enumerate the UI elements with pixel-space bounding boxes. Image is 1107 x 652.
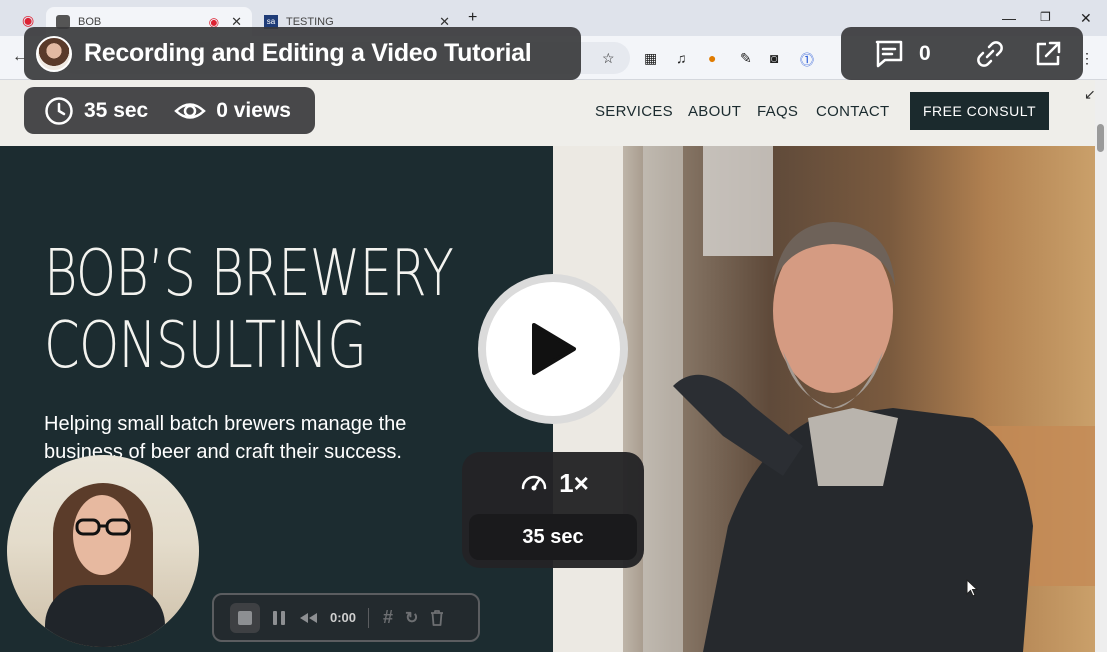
avatar: [36, 35, 72, 72]
new-tab-icon[interactable]: +: [468, 9, 477, 27]
rewind-button[interactable]: [298, 603, 318, 633]
nav-contact[interactable]: CONTACT: [816, 103, 889, 120]
webcam-bubble[interactable]: [7, 455, 199, 647]
page-scrollbar[interactable]: [1095, 80, 1107, 652]
tshirt: [808, 408, 898, 486]
pause-icon: [273, 610, 285, 625]
video-duration: 35 sec: [84, 98, 149, 122]
nav-about[interactable]: ABOUT: [688, 103, 741, 120]
view-count: 0 views: [216, 98, 291, 122]
trash-icon: [431, 610, 444, 626]
tab-label: BOB: [78, 15, 102, 28]
bookmark-star-icon[interactable]: ☆: [602, 50, 615, 67]
minimize-icon[interactable]: —: [1002, 10, 1016, 26]
grid-icon[interactable]: #: [383, 603, 393, 633]
hero-title-line: BOB’S BREWERY: [44, 237, 454, 311]
comment-count: 0: [919, 41, 931, 65]
recording-controls: 0:00 # ↻: [212, 593, 480, 642]
extension-music-icon[interactable]: ♫: [676, 50, 687, 66]
open-external-icon[interactable]: [1033, 39, 1063, 69]
free-consult-button[interactable]: FREE CONSULT: [910, 92, 1049, 130]
collapse-arrow-icon[interactable]: ↙: [1084, 86, 1096, 103]
apps-grid-icon[interactable]: ▦: [644, 50, 657, 67]
stop-button[interactable]: [230, 602, 260, 633]
clock-icon: [44, 96, 74, 126]
video-title-bar: Recording and Editing a Video Tutorial: [24, 27, 581, 80]
copy-link-icon[interactable]: [975, 39, 1005, 69]
pillar: [643, 146, 683, 652]
divider: [368, 607, 370, 628]
delete-button[interactable]: [430, 603, 444, 633]
scroll-thumb[interactable]: [1097, 124, 1104, 152]
comments-icon[interactable]: [873, 38, 905, 70]
mouse-cursor-icon: [966, 579, 978, 597]
extension-one-icon[interactable]: ⓵: [800, 50, 814, 70]
restart-icon[interactable]: ↻: [405, 603, 418, 633]
hero-photo: [553, 146, 1095, 652]
restore-icon[interactable]: ❐: [1040, 10, 1051, 24]
nav-services[interactable]: SERVICES: [595, 103, 673, 120]
playback-speed-card[interactable]: 1× 35 sec: [462, 452, 644, 568]
camera-icon[interactable]: ◙: [770, 50, 778, 66]
nav-faqs[interactable]: FAQS: [757, 103, 798, 120]
video-stats: 35 sec 0 views: [24, 87, 315, 134]
arm: [673, 374, 803, 476]
video-title: Recording and Editing a Video Tutorial: [84, 39, 532, 67]
rewind-icon: [300, 612, 317, 623]
equipment: [703, 146, 773, 256]
eye-icon: [174, 96, 207, 126]
recording-time: 0:00: [330, 610, 357, 625]
video-actions: 0: [841, 27, 1083, 80]
speed-gauge-icon: [521, 475, 547, 491]
hero-title-line: CONSULTING: [44, 309, 367, 383]
close-window-icon[interactable]: ✕: [1080, 10, 1092, 27]
speed-control[interactable]: 1×: [462, 466, 644, 500]
extension-color-icon[interactable]: ●: [708, 50, 716, 66]
stop-icon: [238, 610, 252, 625]
play-button[interactable]: [478, 274, 628, 424]
brewer-photo: [553, 146, 1095, 652]
speed-value: 1×: [559, 467, 589, 498]
eyedropper-icon[interactable]: ✎: [740, 50, 752, 67]
hero-title: BOB’S BREWERY CONSULTING: [44, 237, 454, 383]
webcam-body: [45, 585, 165, 647]
speed-duration: 35 sec: [469, 514, 637, 560]
pause-button[interactable]: [272, 603, 286, 633]
glasses-icon: [75, 518, 131, 536]
play-icon: [532, 323, 576, 375]
tab-label: TESTING: [286, 15, 334, 28]
